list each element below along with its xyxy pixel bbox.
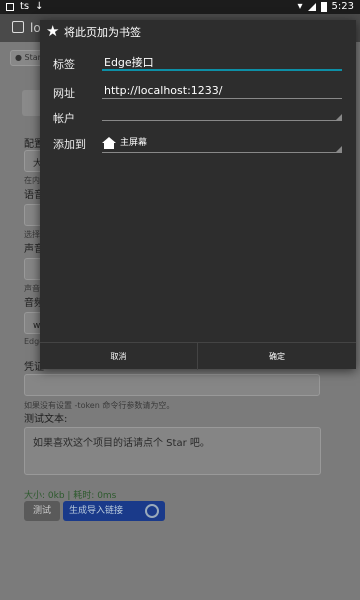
dialog-actions: 取消 确定 [40,342,356,370]
status-bar: ts ↓ ▾ 5:23 [0,0,360,14]
download-icon: ↓ [35,1,44,12]
url-input-value: http://localhost:1233/ [104,84,223,97]
dropdown-corner-icon [336,114,342,120]
star-label: Star [24,53,41,62]
github-icon: ● [15,53,22,62]
cancel-button[interactable]: 取消 [40,343,198,370]
label-input-value: Edge接口 [104,56,154,69]
dropdown-corner-icon [336,146,342,152]
size-time-status: 大小: 0kb | 耗时: 0ms [24,491,117,501]
signal-icon [307,3,316,11]
url-input[interactable]: http://localhost:1233/ [102,83,342,99]
generate-link-button[interactable]: 生成导入链接 [63,501,165,521]
generate-link-label: 生成导入链接 [69,506,124,516]
notification-icon [6,3,14,11]
star-icon: ★ [46,22,60,40]
dialog-header: ★ 将此页加为书签 [40,20,356,42]
battery-icon [320,2,327,12]
navigation-bar [0,560,360,600]
url-field-label: 网址 [53,87,75,100]
home-icon [102,137,116,149]
label-field-label: 标签 [53,58,75,71]
status-left-text: ts [20,1,30,12]
test-button[interactable]: 测试 [24,501,60,521]
token-input[interactable] [24,374,320,396]
label-input[interactable]: Edge接口 [102,55,342,71]
account-field-label: 帐户 [53,112,75,125]
add-to-select[interactable]: 主屏幕 [102,135,342,153]
test-text-area[interactable]: 如果喜欢这个项目的话请点个 Star 吧。 [24,427,321,475]
dialog-title: 将此页加为书签 [64,26,141,39]
ok-button[interactable]: 确定 [198,343,356,370]
gear-icon[interactable] [145,504,159,518]
status-time: 5:23 [331,1,354,12]
voice-hint: 选择 [24,230,40,239]
tab-switcher-icon[interactable] [12,21,24,33]
config-hint: 在内 [24,176,40,185]
wifi-icon: ▾ [297,1,303,12]
account-select[interactable] [102,106,342,121]
sound-hint: 声音 [24,284,40,293]
test-text-label: 测试文本: [24,414,68,425]
audio-select-value: w [33,321,41,331]
add-to-field-label: 添加到 [53,138,86,151]
add-to-select-value: 主屏幕 [120,138,148,148]
add-bookmark-dialog: ★ 将此页加为书签 标签 Edge接口 网址 http://localhost:… [40,20,356,370]
